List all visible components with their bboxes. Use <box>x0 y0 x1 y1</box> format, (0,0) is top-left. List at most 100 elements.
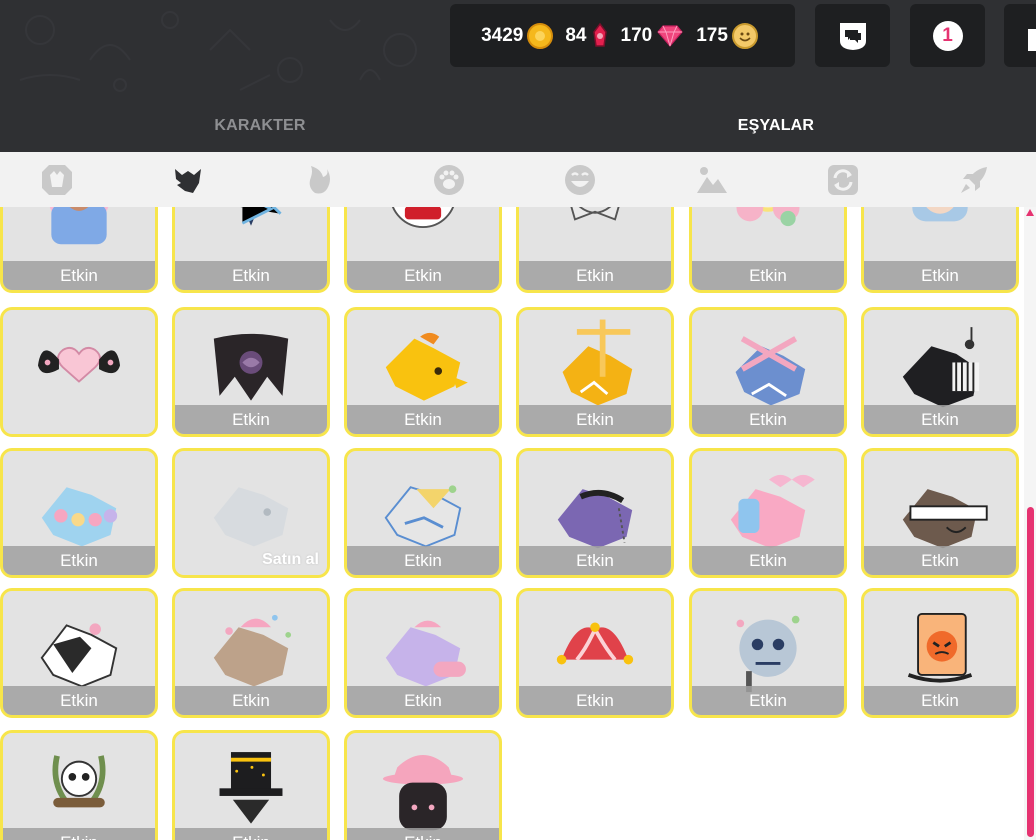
category-tail[interactable] <box>288 152 348 207</box>
item-card-flower-face-hat[interactable]: Etkin <box>689 207 847 293</box>
red-count: 170 <box>620 24 653 46</box>
tail-icon <box>309 165 330 193</box>
item-status-label: Etkin <box>519 405 671 434</box>
category-refresh[interactable] <box>813 152 873 207</box>
item-card-love-pastel-wolf[interactable]: Etkin <box>344 588 502 718</box>
item-status-label: Etkin <box>692 261 844 290</box>
item-card-laurel-skull[interactable]: Etkin <box>0 730 158 840</box>
item-status-label: Etkin <box>692 405 844 434</box>
item-card-black-bow-collar[interactable]: Etkin <box>516 207 674 293</box>
category-emote[interactable] <box>550 152 610 207</box>
category-bar <box>0 152 1036 207</box>
item-status-label: Etkin <box>519 546 671 575</box>
item-status-label: Etkin <box>347 828 499 840</box>
chat-button[interactable] <box>815 4 890 67</box>
settings-button[interactable] <box>1004 4 1036 67</box>
coin-balance: 3429 <box>481 22 554 49</box>
smiley-face-icon <box>565 164 595 195</box>
tab-karakter[interactable]: KARAKTER <box>0 100 520 152</box>
rocket-icon <box>961 166 987 193</box>
item-card-jester-hat[interactable]: Etkin <box>516 588 674 718</box>
item-status-label: Etkin <box>175 261 327 290</box>
winged-heart-image <box>37 346 121 383</box>
item-card-winged-heart[interactable] <box>0 307 158 437</box>
item-status-label: Etkin <box>692 546 844 575</box>
item-status-label: Etkin <box>175 828 327 840</box>
item-grid: Etkin Etkin Etkin Etkin Etkin Etkin Etkin Etkin… <box>0 207 1024 840</box>
notifications-button[interactable]: 1 <box>910 4 985 67</box>
magic-balance: 84 <box>565 22 608 50</box>
category-rocket[interactable] <box>944 152 1004 207</box>
item-card-pastel-party-wolf[interactable]: Etkin <box>172 588 330 718</box>
item-status-label: Etkin <box>3 686 155 715</box>
top-header: 3429 84 170 175 1 KARAKTER EŞYALAR <box>0 0 1036 152</box>
red-balance: 170 <box>621 25 685 47</box>
dog-head-badge-icon <box>42 164 72 195</box>
tab-esyalar[interactable]: EŞYALAR <box>516 100 1036 152</box>
grid-scrollbar[interactable] <box>1024 207 1036 840</box>
magic-count: 84 <box>565 24 587 46</box>
item-status-label: Etkin <box>347 686 499 715</box>
item-card-blindfold-wolf[interactable]: Etkin <box>861 448 1019 578</box>
notification-count-badge: 1 <box>932 20 963 51</box>
item-card-purple-rope-wolf[interactable]: Etkin <box>516 448 674 578</box>
wolf-head-icon <box>175 168 201 193</box>
item-card-starry-top-hat[interactable]: Etkin <box>172 730 330 840</box>
item-card-granny-bow-hat[interactable]: Etkin <box>861 207 1019 293</box>
item-status-label: Etkin <box>864 261 1016 290</box>
item-card-pink-bow-wolf[interactable]: Etkin <box>689 448 847 578</box>
item-status-label: Etkin <box>692 686 844 715</box>
item-status-label: Etkin <box>347 405 499 434</box>
item-status-label: Etkin <box>3 828 155 840</box>
item-status-label: Etkin <box>175 686 327 715</box>
item-card-fox-mask-wolf[interactable]: Etkin <box>344 448 502 578</box>
item-card-black-kitsune-mask[interactable]: Etkin <box>0 588 158 718</box>
item-card-pastel-flower-wolf[interactable]: Etkin <box>0 448 158 578</box>
item-card-golden-wolf-puppet[interactable]: Etkin <box>516 307 674 437</box>
refresh-arrows-icon <box>828 164 858 195</box>
item-card-pink-marionette-wolf[interactable]: Etkin <box>689 307 847 437</box>
coin-icon <box>527 22 554 49</box>
item-card-piano-wolf[interactable]: Etkin <box>861 307 1019 437</box>
item-card-skeleton-music-mask[interactable]: Etkin <box>689 588 847 718</box>
item-card-ghost-wolf[interactable]: Satın al <box>172 448 330 578</box>
category-wolf-head[interactable] <box>158 152 218 207</box>
item-card-clown-face-mask[interactable]: Etkin <box>344 207 502 293</box>
item-status-label: Etkin <box>175 405 327 434</box>
gem-balance: 175 <box>696 22 758 49</box>
category-background[interactable] <box>682 152 742 207</box>
item-status-label: Etkin <box>347 546 499 575</box>
category-paw[interactable] <box>419 152 479 207</box>
item-status-label: Etkin <box>864 686 1016 715</box>
gem-icon <box>657 24 683 47</box>
currency-bar[interactable]: 3429 84 170 175 <box>450 4 795 67</box>
starry-top-hat-image <box>219 752 283 824</box>
smile-token-icon <box>731 22 758 49</box>
category-face-badge[interactable] <box>27 152 87 207</box>
item-status-label: Etkin <box>347 261 499 290</box>
item-status-label: Etkin <box>3 261 155 290</box>
item-status-label: Etkin <box>3 546 155 575</box>
item-card-pink-detective-hat[interactable]: Etkin <box>344 730 502 840</box>
speech-bubble-icon <box>839 22 866 50</box>
item-card-pink-bunny-hat-bearded-avatar[interactable]: Etkin <box>0 207 158 293</box>
item-status-label: Etkin <box>864 405 1016 434</box>
coin-count: 3429 <box>481 24 524 46</box>
item-status-label: Etkin <box>519 686 671 715</box>
item-status-label: Etkin <box>864 546 1016 575</box>
magic-potion-icon <box>592 22 607 47</box>
gem-count: 175 <box>696 24 728 46</box>
paw-icon <box>434 164 464 195</box>
item-status-label: Etkin <box>519 261 671 290</box>
laurel-skull-image <box>52 755 106 808</box>
pink-detective-hat-image <box>382 754 464 831</box>
scroll-up-arrow-icon[interactable] <box>1026 209 1034 216</box>
item-card-dark-rose-wings[interactable]: Etkin <box>172 307 330 437</box>
item-card-ice-crystal-crown[interactable]: Etkin <box>172 207 330 293</box>
item-card-golden-wolf-bow[interactable]: Etkin <box>344 307 502 437</box>
landscape-picture-icon <box>697 166 727 193</box>
item-card-angry-fire-card[interactable]: Etkin <box>861 588 1019 718</box>
puzzle-icon <box>1028 28 1036 51</box>
buy-button[interactable]: Satın al <box>262 551 319 569</box>
scroll-thumb[interactable] <box>1027 507 1034 837</box>
